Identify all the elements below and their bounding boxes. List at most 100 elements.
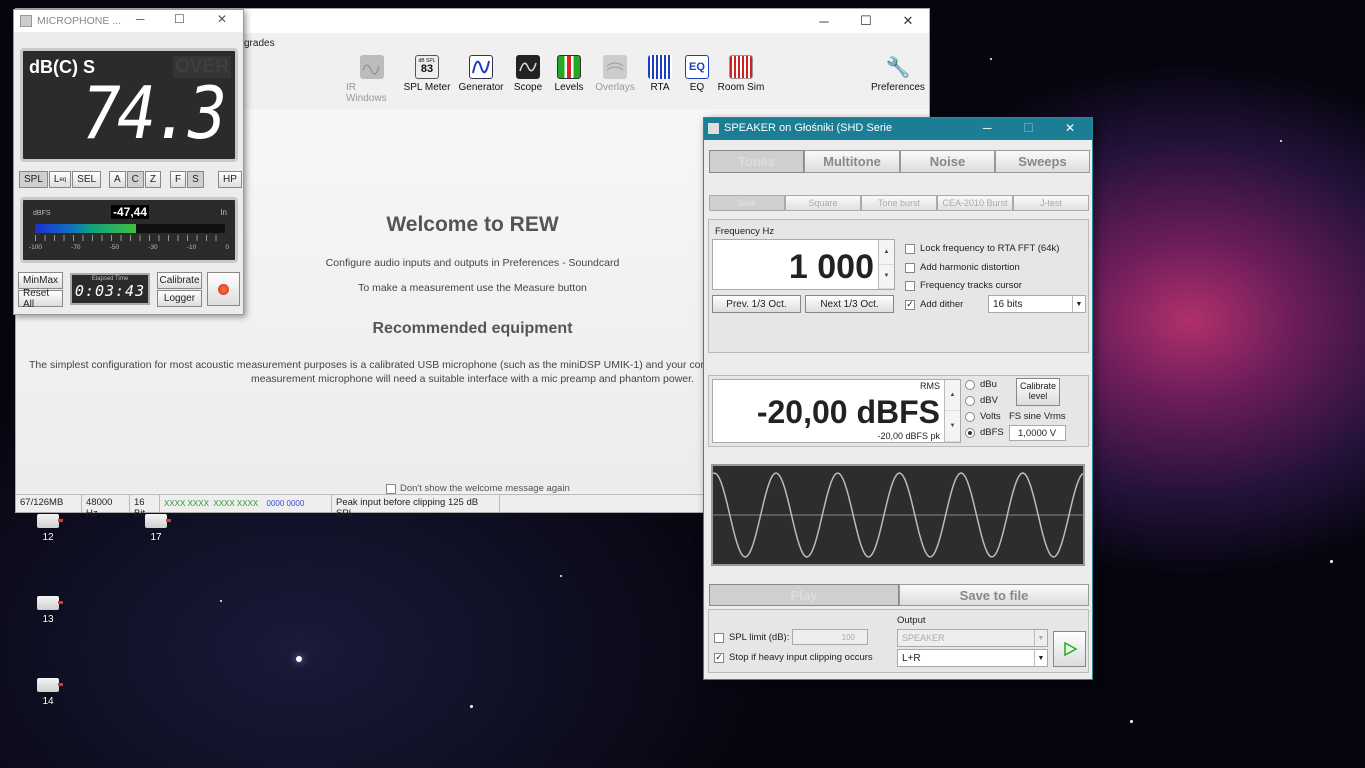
tab-tones[interactable]: Tones (709, 150, 804, 173)
level-bar-fill (35, 224, 136, 233)
play-icon (1063, 641, 1078, 657)
play-toggle[interactable]: Play (709, 584, 899, 606)
tab-tone-burst[interactable]: Tone burst (861, 195, 937, 211)
add-dither-checkbox[interactable]: ✓ Add dither (905, 299, 963, 310)
dither-bits-select[interactable]: 16 bits ▼ (988, 295, 1086, 313)
play-button[interactable] (1053, 631, 1086, 667)
minimize-icon[interactable]: ─ (983, 121, 992, 135)
option-label: Volts (980, 411, 1001, 422)
checkbox-checked[interactable]: ✓ (714, 652, 724, 663)
spl-limit-value: 100 (841, 633, 855, 642)
weighting-c-button[interactable]: C (126, 171, 144, 188)
close-icon[interactable]: ✕ (217, 12, 227, 26)
calibrate-level-button[interactable]: Calibrate level (1016, 378, 1060, 406)
spl-limit-input[interactable]: 100 (792, 629, 868, 645)
minimize-icon[interactable]: ─ (803, 9, 845, 33)
radio[interactable] (965, 411, 975, 422)
checkbox[interactable] (386, 483, 396, 494)
hp-buttons: HP (218, 171, 242, 188)
radio[interactable] (965, 379, 975, 390)
toolbar-ir-windows[interactable]: IR Windows (346, 55, 398, 104)
calibrate-button[interactable]: Calibrate (157, 272, 202, 289)
frequency-spinner[interactable]: ▲ ▼ (878, 240, 894, 289)
desktop-icon-13[interactable]: 13 (23, 596, 73, 625)
hp-button[interactable]: HP (218, 171, 242, 188)
toolbar-spl-meter[interactable]: dB SPL 83 SPL Meter (402, 55, 452, 104)
radio[interactable] (965, 395, 975, 406)
tab-noise[interactable]: Noise (900, 150, 995, 173)
lock-rta-checkbox[interactable]: Lock frequency to RTA FFT (64k) (905, 243, 1059, 254)
toolbar-eq[interactable]: EQ EQ (682, 55, 712, 104)
weighting-z-button[interactable]: Z (144, 171, 162, 188)
dont-show-label: Don't show the welcome message again (400, 483, 570, 494)
maximize-icon[interactable]: ☐ (845, 9, 887, 33)
toolbar-room-sim[interactable]: Room Sim (716, 55, 766, 104)
unit-volts-radio[interactable]: Volts (965, 411, 1001, 422)
tracks-cursor-checkbox[interactable]: Frequency tracks cursor (905, 280, 1022, 291)
toolbar-generator[interactable]: Generator (456, 55, 506, 104)
next-third-octave-button[interactable]: Next 1/3 Oct. (805, 295, 894, 313)
toolbar-overlays[interactable]: Overlays (592, 55, 638, 104)
leq-button[interactable]: Leq (48, 171, 72, 188)
minimize-icon[interactable]: ─ (136, 12, 145, 26)
frequency-input[interactable]: 1 000 ▲ ▼ (712, 239, 895, 290)
checkbox-checked[interactable]: ✓ (905, 299, 915, 310)
tab-j-test[interactable]: J-test (1013, 195, 1089, 211)
slow-button[interactable]: S (187, 171, 204, 188)
fs-sine-input[interactable]: 1,0000 V (1009, 425, 1066, 441)
sel-button[interactable]: SEL (72, 171, 102, 188)
checkbox[interactable] (905, 280, 915, 291)
desktop-icon-12[interactable]: 12 (23, 514, 73, 543)
fast-button[interactable]: F (170, 171, 187, 188)
up-arrow-icon[interactable]: ▲ (879, 240, 894, 265)
logger-button[interactable]: Logger (157, 290, 202, 307)
level-input[interactable]: RMS -20,00 dBFS -20,00 dBFS pk ▲ ▼ (712, 379, 961, 443)
harmonic-distortion-checkbox[interactable]: Add harmonic distortion (905, 262, 1020, 273)
toolbar-preferences[interactable]: 🔧 Preferences (871, 55, 925, 94)
output-device-select[interactable]: SPEAKER ▼ (897, 629, 1048, 647)
weighting-a-button[interactable]: A (109, 171, 126, 188)
radio-selected[interactable] (965, 427, 975, 438)
tab-sine[interactable]: Sine (709, 195, 785, 211)
checkbox[interactable] (714, 632, 724, 643)
ir-windows-icon (360, 55, 384, 79)
down-arrow-icon[interactable]: ▼ (879, 265, 894, 289)
toolbar-levels[interactable]: Levels (550, 55, 588, 104)
tab-multitone[interactable]: Multitone (804, 150, 900, 173)
unit-dbu-radio[interactable]: dBu (965, 379, 997, 390)
unit-dbv-radio[interactable]: dBV (965, 395, 998, 406)
reset-all-button[interactable]: Reset All (18, 288, 63, 310)
checkbox[interactable] (905, 243, 915, 254)
save-to-file-button[interactable]: Save to file (899, 584, 1089, 606)
toolbar-rta[interactable]: RTA (642, 55, 678, 104)
output-channel-select[interactable]: L+R ▼ (897, 649, 1048, 667)
unit-dbfs-radio[interactable]: dBFS (965, 427, 1004, 438)
drive-icon (145, 514, 171, 528)
maximize-icon[interactable]: ☐ (1023, 121, 1034, 135)
up-arrow-icon[interactable]: ▲ (945, 380, 960, 411)
tab-square[interactable]: Square (785, 195, 861, 211)
desktop-icon-14[interactable]: 14 (23, 678, 73, 707)
close-icon[interactable]: ✕ (887, 9, 929, 33)
close-icon[interactable]: ✕ (1065, 121, 1075, 135)
level-value: -20,00 dBFS (756, 394, 940, 430)
spl-button[interactable]: SPL (19, 171, 48, 188)
toolbar-scope[interactable]: Scope (510, 55, 546, 104)
menu-item-upgrades[interactable]: grades (244, 38, 275, 49)
maximize-icon[interactable]: ☐ (174, 12, 185, 26)
tab-cea-2010-burst[interactable]: CEA-2010 Burst (937, 195, 1013, 211)
minmax-button[interactable]: MinMax (18, 272, 63, 289)
stop-clipping-checkbox[interactable]: ✓ Stop if heavy input clipping occurs (714, 652, 873, 663)
level-spinner[interactable]: ▲ ▼ (944, 380, 960, 442)
spl-limit-checkbox[interactable]: SPL limit (dB): (714, 632, 789, 643)
record-button[interactable] (207, 272, 240, 306)
title-bar: SPEAKER on Głośniki (SHD Serie ─ ☐ ✕ (704, 118, 1092, 140)
app-icon (708, 123, 719, 134)
scale-label: 0 (225, 244, 229, 251)
dont-show-welcome-checkbox[interactable]: Don't show the welcome message again (386, 483, 570, 494)
tab-sweeps[interactable]: Sweeps (995, 150, 1090, 173)
star (296, 656, 302, 662)
prev-third-octave-button[interactable]: Prev. 1/3 Oct. (712, 295, 801, 313)
down-arrow-icon[interactable]: ▼ (945, 411, 960, 442)
checkbox[interactable] (905, 262, 915, 273)
